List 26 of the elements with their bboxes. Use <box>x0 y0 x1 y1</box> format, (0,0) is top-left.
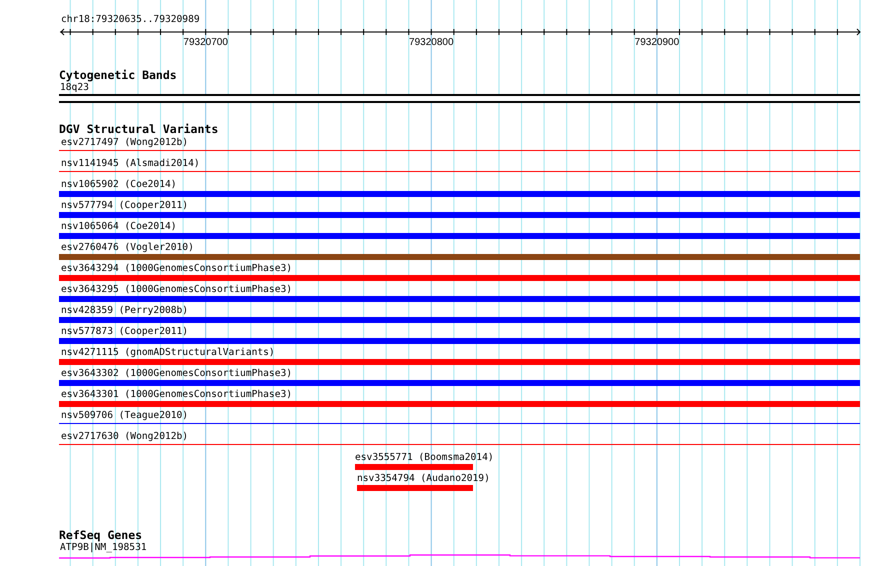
variant-label: esv2717630 (Wong2012b) <box>60 430 188 443</box>
variant-label: nsv428359 (Perry2008b) <box>60 304 188 317</box>
variant-label: esv2760476 (Vogler2010) <box>60 241 194 254</box>
variant-label: esv3643301 (1000GenomesConsortiumPhase3) <box>60 388 292 401</box>
tick-label: 79320700 <box>183 37 228 49</box>
variant-label: nsv4271115 (gnomADStructuralVariants) <box>60 346 275 359</box>
variant-label: nsv509706 (Teague2010) <box>60 409 188 422</box>
variant-label: esv3555771 (Boomsma2014) <box>355 451 494 464</box>
variant-label: nsv1141945 (Alsmadi2014) <box>60 157 200 170</box>
location-label: chr18:79320635..79320989 <box>60 14 200 26</box>
track-title: RefSeq Genes <box>59 529 142 542</box>
track-title: DGV Structural Variants <box>59 123 218 136</box>
variant-label: nsv1065064 (Coe2014) <box>60 220 177 233</box>
tick-label: 79320800 <box>409 37 454 49</box>
gene-label: ATP9B|NM_198531 <box>59 542 147 554</box>
variant-label: esv3643294 (1000GenomesConsortiumPhase3) <box>60 262 292 275</box>
track-title: Cytogenetic Bands <box>59 69 177 82</box>
variant-label: nsv577873 (Cooper2011) <box>60 325 188 338</box>
variant-label: esv3643302 (1000GenomesConsortiumPhase3) <box>60 367 292 380</box>
variant-label: esv3643295 (1000GenomesConsortiumPhase3) <box>60 283 292 296</box>
variant-label: nsv577794 (Cooper2011) <box>60 199 188 212</box>
variant-label: nsv1065902 (Coe2014) <box>60 178 177 191</box>
band-label: 18q23 <box>59 82 89 94</box>
variant-label: esv2717497 (Wong2012b) <box>60 136 188 149</box>
tick-label: 79320900 <box>634 37 680 49</box>
variant-label: nsv3354794 (Audano2019) <box>357 472 490 485</box>
